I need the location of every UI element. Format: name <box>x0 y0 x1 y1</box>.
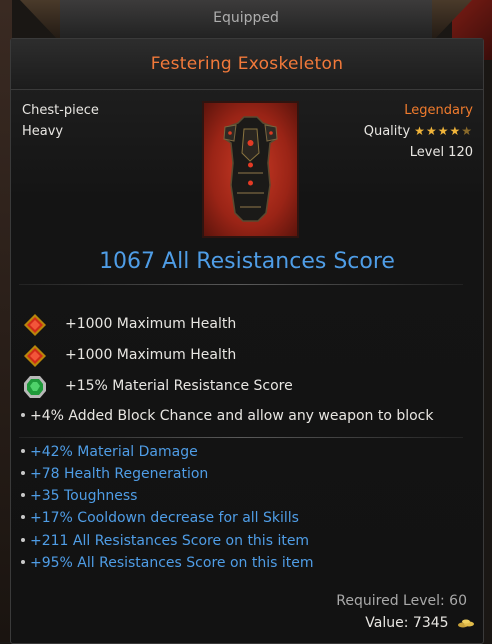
item-name: Festering Exoskeleton <box>150 54 344 74</box>
affix-line: +42% Material Damage <box>21 444 198 460</box>
bullet-icon <box>21 449 25 453</box>
half-star-icon: ★ <box>461 124 473 138</box>
affix-line: +211 All Resistances Score on this item <box>21 533 309 549</box>
star-icon: ★ <box>437 124 450 138</box>
gem-text: +1000 Maximum Health <box>65 316 237 332</box>
star-icon: ★ <box>414 124 426 138</box>
tooltip-titlebar: Festering Exoskeleton <box>11 39 483 90</box>
bullet-icon <box>21 471 25 475</box>
item-tooltip: Festering Exoskeleton Chest-piece Heavy … <box>10 38 484 644</box>
item-slot: Chest-piece <box>22 103 99 118</box>
affix-line: +17% Cooldown decrease for all Skills <box>21 510 299 526</box>
item-weight: Heavy <box>22 124 64 139</box>
affix-line: +35 Toughness <box>21 488 137 504</box>
bullet-icon <box>21 493 25 497</box>
item-rarity: Legendary <box>404 103 473 118</box>
item-quality: Quality ★★★★★ <box>364 124 473 139</box>
divider <box>19 437 463 438</box>
gold-coins-icon <box>458 619 474 628</box>
star-icon: ★ <box>449 124 462 138</box>
affix-line: +95% All Resistances Score on this item <box>21 555 313 571</box>
resistance-score: 1067 All Resistances Score <box>99 249 395 274</box>
equipped-header: Equipped <box>20 0 472 42</box>
green-gem-icon <box>24 376 46 398</box>
required-level: Required Level: 60 <box>336 593 467 609</box>
item-image-frame[interactable] <box>202 101 299 238</box>
bullet-icon <box>21 560 25 564</box>
chest-armor-icon <box>223 116 278 222</box>
gem-text: +15% Material Resistance Score <box>65 378 293 394</box>
red-gem-icon <box>24 345 46 367</box>
special-affix: +4% Added Block Chance and allow any wea… <box>21 408 434 424</box>
divider <box>19 284 463 285</box>
bullet-icon <box>21 515 25 519</box>
quality-label: Quality <box>363 124 411 139</box>
header-ornament-left <box>20 0 60 42</box>
gem-text: +1000 Maximum Health <box>65 347 237 363</box>
bullet-icon <box>21 413 25 417</box>
equipped-label: Equipped <box>213 10 279 26</box>
quality-stars: ★★★★★ <box>414 124 473 138</box>
item-value: Value: 7345 <box>365 615 475 631</box>
red-gem-icon <box>24 314 46 336</box>
bullet-icon <box>21 538 25 542</box>
star-icon: ★ <box>425 124 438 138</box>
item-level: Level 120 <box>409 145 473 160</box>
affix-line: +78 Health Regeneration <box>21 466 208 482</box>
